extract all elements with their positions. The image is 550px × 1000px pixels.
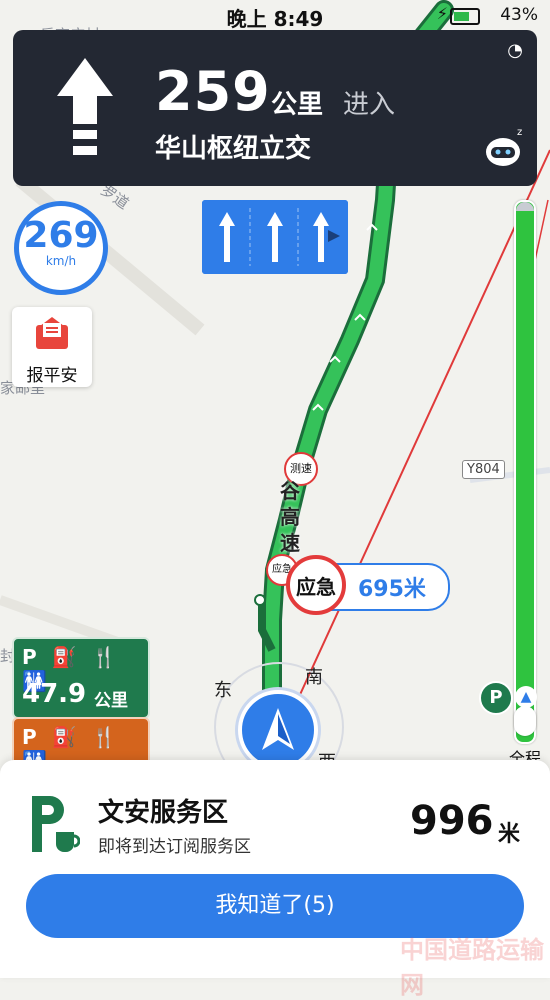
nav-distance-unit: 公里 bbox=[271, 90, 324, 120]
route-progress-bar bbox=[514, 200, 536, 744]
status-bar: 晚上 8:49 ⚡ 43% bbox=[0, 0, 550, 31]
speed-value: 269 bbox=[23, 215, 99, 256]
route-progress-handle[interactable] bbox=[514, 706, 536, 736]
service-area-sheet-unit: 米 bbox=[498, 822, 521, 847]
report-safe-label: 报平安 bbox=[26, 366, 78, 386]
vehicle-position-marker bbox=[238, 690, 318, 770]
nav-distance: 259 bbox=[155, 60, 271, 123]
current-position-icon: ▲ bbox=[515, 686, 537, 708]
acknowledge-button[interactable]: 我知道了(5) bbox=[26, 874, 524, 938]
service-area-sheet-distance: 996 bbox=[410, 798, 494, 844]
highway-char: 速 bbox=[280, 531, 300, 555]
compass-south: 南 bbox=[305, 667, 323, 688]
battery-percent: 43% bbox=[500, 5, 538, 25]
service-area-distance: 47.9 bbox=[22, 679, 87, 709]
parking-service-icon bbox=[32, 796, 80, 852]
emergency-label: 应急 bbox=[296, 575, 336, 599]
current-speed-badge: 269 km/h bbox=[14, 201, 108, 295]
watermark: 中国道路运输网 bbox=[400, 936, 544, 999]
emergency-lane-marker[interactable]: 应急 bbox=[286, 555, 346, 615]
charging-icon: ⚡ bbox=[436, 4, 448, 23]
emergency-distance: 695米 bbox=[358, 577, 426, 602]
service-area-name: 文安服务区 bbox=[98, 798, 229, 828]
battery-icon bbox=[450, 8, 480, 25]
report-safe-button[interactable]: 报平安 bbox=[12, 307, 92, 387]
nav-instruction-card[interactable]: 259 公里 进入 华山枢纽立交 ◔ z bbox=[13, 30, 537, 186]
battery-fill bbox=[454, 12, 469, 21]
service-area-card-next[interactable]: P ⛽ 🍴 🚻 47.9 公里 bbox=[12, 637, 150, 719]
compass-east: 东 bbox=[214, 680, 232, 701]
service-area-subtitle: 即将到达订阅服务区 bbox=[98, 837, 251, 857]
highway-name-label: 谷 高 速 bbox=[280, 478, 304, 556]
road-code-label: Y804 bbox=[462, 460, 505, 479]
voice-assistant-icon[interactable]: z bbox=[481, 125, 527, 171]
nav-road-name: 华山枢纽立交 bbox=[155, 134, 312, 164]
parking-poi-icon[interactable]: P bbox=[479, 681, 513, 715]
envelope-icon bbox=[36, 317, 68, 349]
highway-char: 高 bbox=[280, 505, 300, 529]
lane-guidance-panel bbox=[202, 200, 348, 274]
speed-camera-label: 测速 bbox=[290, 462, 312, 475]
speed-unit: km/h bbox=[45, 254, 77, 268]
svg-text:z: z bbox=[517, 127, 522, 138]
highway-char: 谷 bbox=[280, 479, 300, 503]
nav-action: 进入 bbox=[343, 90, 396, 120]
navigation-arrow-icon bbox=[262, 708, 294, 750]
straight-arrow-icon bbox=[57, 58, 113, 155]
gps-signal-icon[interactable]: ◔ bbox=[507, 40, 523, 61]
route-progress-remaining bbox=[516, 202, 534, 211]
service-area-distance-unit: 公里 bbox=[94, 691, 128, 711]
